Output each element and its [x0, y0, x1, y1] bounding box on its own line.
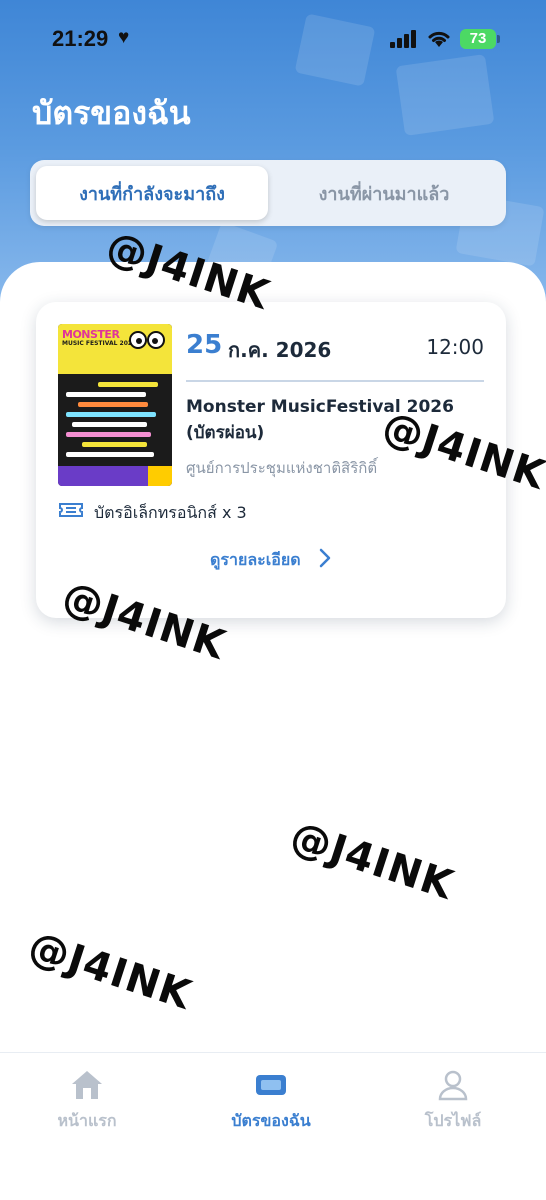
poster-eyes-graphic: [129, 331, 165, 349]
tab-upcoming[interactable]: งานที่กำลังจะมาถึง: [36, 166, 268, 220]
wifi-icon: [428, 31, 450, 47]
heart-icon: ♥: [118, 27, 130, 48]
divider: [186, 380, 484, 382]
nav-my-tickets[interactable]: บัตรของฉัน: [196, 1069, 346, 1134]
chevron-right-icon[interactable]: [318, 546, 332, 570]
nav-home[interactable]: หน้าแรก: [12, 1069, 162, 1134]
poster-subtitle: MUSIC FESTIVAL 2026: [62, 340, 137, 347]
event-date-day: 25: [186, 330, 223, 360]
event-date-month: ก.ค. 2026: [228, 338, 332, 362]
battery-cap: [497, 35, 500, 43]
status-time: 21:29: [52, 26, 109, 51]
event-poster: MONSTER MUSIC FESTIVAL 2026: [58, 324, 172, 486]
status-bar: 21:29 ♥ 73: [0, 0, 546, 80]
battery-icon: 73: [460, 29, 496, 49]
ticket-type: บัตรอิเล็กทรอนิกส์ x 3: [94, 503, 247, 522]
view-details-link[interactable]: ดูรายละเอียด: [210, 548, 301, 573]
bottom-nav: หน้าแรก บัตรของฉัน โปรไฟล์: [0, 1052, 546, 1200]
ticket-icon: [256, 1075, 286, 1095]
nav-my-tickets-label: บัตรของฉัน: [231, 1111, 311, 1130]
page-title: บัตรของฉัน: [32, 94, 191, 132]
ticket-icon: [59, 503, 83, 517]
nav-profile[interactable]: โปรไฟล์: [378, 1069, 528, 1134]
nav-profile-label: โปรไฟล์: [424, 1111, 482, 1130]
tab-bar: งานที่กำลังจะมาถึง งานที่ผ่านมาแล้ว: [30, 160, 506, 226]
nav-home-label: หน้าแรก: [57, 1111, 117, 1130]
tab-past[interactable]: งานที่ผ่านมาแล้ว: [268, 166, 500, 220]
event-time: 12:00: [426, 335, 484, 359]
signal-icon: [390, 30, 418, 48]
home-icon: [72, 1071, 102, 1099]
profile-icon: [438, 1070, 468, 1101]
